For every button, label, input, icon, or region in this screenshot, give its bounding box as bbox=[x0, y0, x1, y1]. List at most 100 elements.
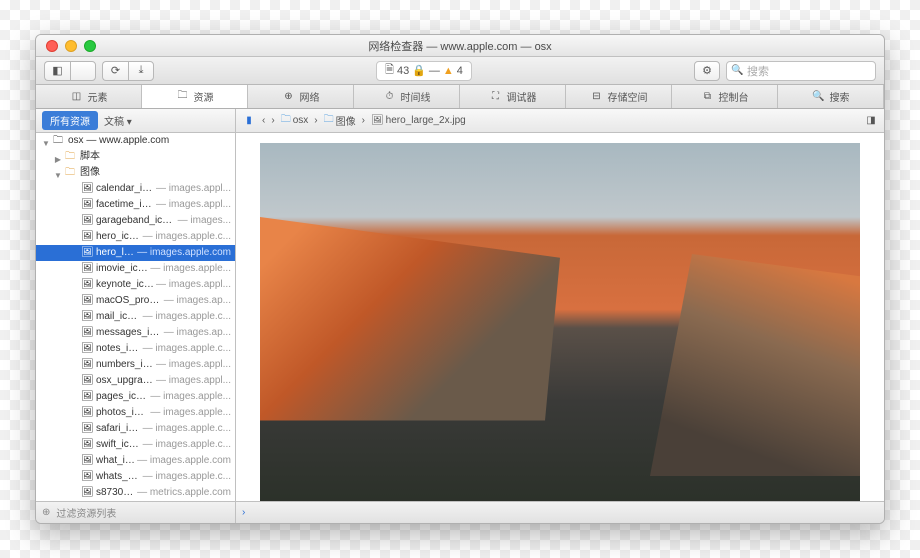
close-icon[interactable] bbox=[46, 40, 58, 52]
image-icon: 🖼 bbox=[81, 198, 93, 212]
image-icon: 🖼 bbox=[81, 326, 93, 340]
minimize-icon[interactable] bbox=[65, 40, 77, 52]
image-icon: 🖼 bbox=[81, 422, 93, 436]
file-meta: — images.ap... bbox=[164, 326, 231, 340]
image-icon: 🖼 bbox=[81, 230, 93, 244]
tab-search[interactable]: 🔍搜索 bbox=[778, 85, 884, 108]
filter-docs-button[interactable]: 文稿 ▾ bbox=[104, 113, 132, 128]
file-name: whats_new_large_2x.jpg bbox=[96, 470, 141, 484]
reload-button[interactable]: ⟳ bbox=[102, 61, 128, 81]
tree-file[interactable]: 🖼hero_large_2x.jpg — images.apple.com bbox=[36, 245, 235, 261]
footer-filter[interactable]: ⊕ 过滤资源列表 bbox=[36, 502, 236, 523]
blank-button[interactable] bbox=[70, 61, 96, 81]
resource-sidebar[interactable]: ▼🗀osx — www.apple.com ▶🗀脚本 ▼🗀图像 🖼calenda… bbox=[36, 133, 236, 501]
file-name: garageband_icon_large_2x.png bbox=[96, 214, 176, 228]
tree-file[interactable]: 🖼garageband_icon_large_2x.png — images..… bbox=[36, 213, 235, 229]
crumb-root[interactable]: 🗀osx bbox=[281, 112, 309, 129]
back-button[interactable]: ‹ bbox=[262, 115, 265, 126]
file-name: macOS_promo_large_2x.jpg bbox=[96, 294, 162, 308]
tree-file[interactable]: 🖼photos_icon_large_2x.png — images.apple… bbox=[36, 405, 235, 421]
tree-file[interactable]: 🖼osx_upgrade_large_2x.png — images.appl.… bbox=[36, 373, 235, 389]
tree-file[interactable]: 🖼safari_icon_large_2x.png — images.apple… bbox=[36, 421, 235, 437]
search-input[interactable]: 搜索 bbox=[726, 61, 876, 81]
tree-file[interactable]: 🖼what_is_large_2x.jpg — images.apple.com bbox=[36, 453, 235, 469]
download-button[interactable]: ⤓ bbox=[128, 61, 154, 81]
doc-count: 43 bbox=[397, 65, 409, 77]
file-meta: — images.apple... bbox=[150, 262, 231, 276]
crumb-file[interactable]: 🖼hero_large_2x.jpg bbox=[371, 115, 466, 126]
tree-file[interactable]: 🖼hero_icon_large_2x.png — images.apple.c… bbox=[36, 229, 235, 245]
folder-icon: 🗀 bbox=[176, 90, 190, 104]
image-icon: 🖼 bbox=[81, 342, 93, 356]
tree-file[interactable]: 🖼s8730616181623231 — metrics.apple.com bbox=[36, 485, 235, 501]
file-meta: — metrics.apple.com bbox=[137, 486, 231, 500]
image-icon: 🖼 bbox=[81, 406, 93, 420]
file-meta: — images.appl... bbox=[156, 358, 231, 372]
file-meta: — images.apple.com bbox=[137, 454, 231, 468]
tree-file[interactable]: 🖼swift_icon_large_2x.png — images.apple.… bbox=[36, 437, 235, 453]
sub-toolbar: 所有资源 文稿 ▾ ▮ ‹ › 🗀osx› 🗀图像› 🖼hero_large_2… bbox=[36, 109, 884, 133]
tree-file[interactable]: 🖼whats_new_large_2x.jpg — images.apple.c… bbox=[36, 469, 235, 485]
tree-file[interactable]: 🖼keynote_icon_large_2x.png — images.appl… bbox=[36, 277, 235, 293]
file-name: notes_icon_large_2x.png bbox=[96, 342, 141, 356]
tab-network[interactable]: ⊕网络 bbox=[248, 85, 354, 108]
nav-group: ◧ bbox=[44, 61, 96, 81]
tab-console[interactable]: ⧉控制台 bbox=[672, 85, 778, 108]
chevron-right-icon[interactable]: › bbox=[242, 507, 245, 518]
list-icon[interactable]: ▮ bbox=[242, 114, 256, 128]
status-docs[interactable]: 🗎 43 🔒 — ▲ 4 bbox=[376, 61, 472, 81]
file-name: keynote_icon_large_2x.png bbox=[96, 278, 154, 292]
image-icon: 🖼 bbox=[81, 470, 93, 484]
console-icon: ⧉ bbox=[701, 90, 715, 104]
sidebar-toggle-button[interactable]: ◧ bbox=[44, 61, 70, 81]
forward-button[interactable]: › bbox=[271, 115, 274, 126]
tree-file[interactable]: 🖼macOS_promo_large_2x.jpg — images.ap... bbox=[36, 293, 235, 309]
zoom-icon[interactable] bbox=[84, 40, 96, 52]
file-name: s8730616181623231 bbox=[96, 486, 135, 500]
filter-placeholder: 过滤资源列表 bbox=[56, 505, 116, 520]
details-toggle-button[interactable]: ◨ bbox=[864, 114, 878, 128]
tree-file[interactable]: 🖼numbers_icon_large_2x.png — images.appl… bbox=[36, 357, 235, 373]
file-name: pages_icon_large_2x.png bbox=[96, 390, 148, 404]
tree-scripts[interactable]: ▶🗀脚本 bbox=[36, 149, 235, 165]
filter-icon: ⊕ bbox=[42, 507, 50, 518]
tree-file[interactable]: 🖼imovie_icon_large_2x.png — images.apple… bbox=[36, 261, 235, 277]
file-name: photos_icon_large_2x.png bbox=[96, 406, 148, 420]
globe-icon: ⊕ bbox=[282, 90, 296, 104]
tab-resources[interactable]: 🗀资源 bbox=[142, 85, 248, 108]
titlebar: 网络检查器 — www.apple.com — osx bbox=[36, 35, 884, 57]
file-name: hero_icon_large_2x.png bbox=[96, 230, 141, 244]
crumb-folder[interactable]: 🗀图像 bbox=[324, 112, 356, 129]
file-meta: — images.apple... bbox=[150, 390, 231, 404]
document-icon: 🗎 bbox=[385, 61, 394, 80]
tab-storage[interactable]: ⊟存储空间 bbox=[566, 85, 672, 108]
tree-file[interactable]: 🖼pages_icon_large_2x.png — images.apple.… bbox=[36, 389, 235, 405]
image-icon: 🖼 bbox=[81, 438, 93, 452]
tab-elements[interactable]: ◫元素 bbox=[36, 85, 142, 108]
tree-images[interactable]: ▼🗀图像 bbox=[36, 165, 235, 181]
image-icon: 🖼 bbox=[81, 214, 93, 228]
image-icon: 🖼 bbox=[81, 486, 93, 500]
warning-icon: ▲ bbox=[443, 65, 454, 77]
folder-icon: 🗀 bbox=[324, 112, 334, 129]
file-meta: — images.appl... bbox=[156, 374, 231, 388]
filter-all-button[interactable]: 所有资源 bbox=[42, 111, 98, 130]
image-icon: 🖼 bbox=[81, 278, 93, 292]
inspector-window: 网络检查器 — www.apple.com — osx ◧ ⟳ ⤓ 🗎 43 🔒… bbox=[35, 34, 885, 524]
tree-file[interactable]: 🖼calendar_icon_large_2x.png — images.app… bbox=[36, 181, 235, 197]
file-meta: — images.apple.com bbox=[137, 246, 231, 260]
tab-debugger[interactable]: ⛶调试器 bbox=[460, 85, 566, 108]
reload-group: ⟳ ⤓ bbox=[102, 61, 154, 81]
tab-timeline[interactable]: ⏱时间线 bbox=[354, 85, 460, 108]
tree-file[interactable]: 🖼messages_icon_large_2x.png — images.ap.… bbox=[36, 325, 235, 341]
tree-root[interactable]: ▼🗀osx — www.apple.com bbox=[36, 133, 235, 149]
file-name: calendar_icon_large_2x.png bbox=[96, 182, 154, 196]
search-icon: 🔍 bbox=[812, 90, 826, 104]
file-meta: — images.apple... bbox=[150, 406, 231, 420]
tree-file[interactable]: 🖼notes_icon_large_2x.png — images.apple.… bbox=[36, 341, 235, 357]
file-name: imovie_icon_large_2x.png bbox=[96, 262, 148, 276]
image-icon: 🖼 bbox=[81, 358, 93, 372]
tree-file[interactable]: 🖼mail_icon_large_2x.png — images.apple.c… bbox=[36, 309, 235, 325]
settings-button[interactable]: ⚙ bbox=[694, 61, 720, 81]
tree-file[interactable]: 🖼facetime_icon_large_2x.png — images.app… bbox=[36, 197, 235, 213]
